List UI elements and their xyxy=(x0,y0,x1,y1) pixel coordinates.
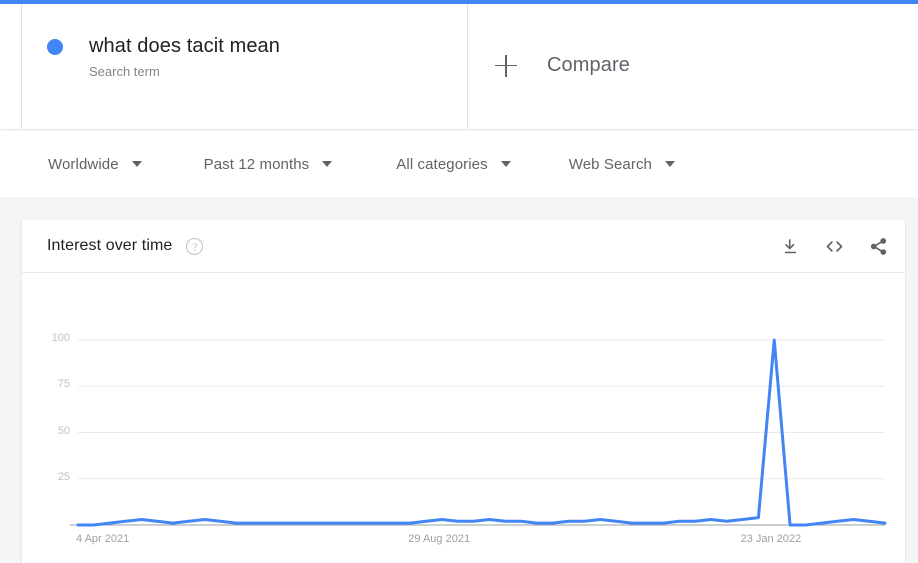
filter-search-type[interactable]: Web Search xyxy=(569,156,675,173)
x-axis-tick-label: 4 Apr 2021 xyxy=(76,533,130,545)
chart-plot-area[interactable]: 100 75 50 25 4 Apr 2021 29 Aug 2021 23 Jan 202… xyxy=(22,273,905,563)
filter-time-range[interactable]: Past 12 months xyxy=(204,156,333,173)
card-actions xyxy=(777,233,891,259)
search-term-content: what does tacit mean Search term xyxy=(47,32,280,82)
x-axis-tick-label: 29 Aug 2021 xyxy=(408,533,471,545)
search-terms-row: what does tacit mean Search term Compare xyxy=(0,4,918,130)
chevron-down-icon xyxy=(131,161,142,167)
embed-code-icon[interactable] xyxy=(821,233,847,259)
y-axis-tick-label: 75 xyxy=(57,378,70,391)
series-dot-icon xyxy=(47,39,63,55)
content-area: Interest over time ? 100 75 50 25 4 Apr … xyxy=(0,197,918,563)
filter-location[interactable]: Worldwide xyxy=(48,156,142,173)
x-axis-tick-label: 23 Jan 2022 xyxy=(740,533,802,545)
help-circle-icon[interactable]: ? xyxy=(186,237,204,255)
y-axis-tick-label: 100 xyxy=(51,332,70,344)
filter-category[interactable]: All categories xyxy=(396,155,511,173)
card-header: Interest over time ? xyxy=(22,220,905,273)
interest-over-time-card: Interest over time ? 100 75 50 25 4 Apr … xyxy=(22,220,905,563)
filter-category-label: All categories xyxy=(396,155,488,173)
search-term-title: what does tacit mean xyxy=(89,35,280,57)
chevron-down-icon xyxy=(665,161,675,167)
compare-label: Compare xyxy=(547,54,630,76)
filter-time-range-label: Past 12 months xyxy=(203,155,310,173)
plus-icon xyxy=(495,54,517,77)
search-term-card[interactable]: what does tacit mean Search term xyxy=(21,4,468,129)
share-icon[interactable] xyxy=(865,233,891,259)
filter-search-type-label: Web Search xyxy=(568,155,652,173)
filter-bar: Worldwide Past 12 months All categories … xyxy=(0,131,918,197)
chevron-down-icon xyxy=(322,161,333,167)
search-term-subtitle: Search term xyxy=(89,64,160,79)
filter-location-label: Worldwide xyxy=(48,155,119,173)
y-axis-tick-label: 50 xyxy=(57,424,70,437)
page-title: Interest over time xyxy=(47,237,173,254)
download-icon[interactable] xyxy=(777,233,803,259)
y-axis-tick-label: 25 xyxy=(57,470,70,483)
add-comparison-button[interactable]: Compare xyxy=(468,4,918,129)
interest-over-time-chart xyxy=(70,338,887,527)
search-term-texts: what does tacit mean Search term xyxy=(89,32,280,82)
chevron-down-icon xyxy=(500,161,511,167)
compare-content: Compare xyxy=(495,54,630,77)
